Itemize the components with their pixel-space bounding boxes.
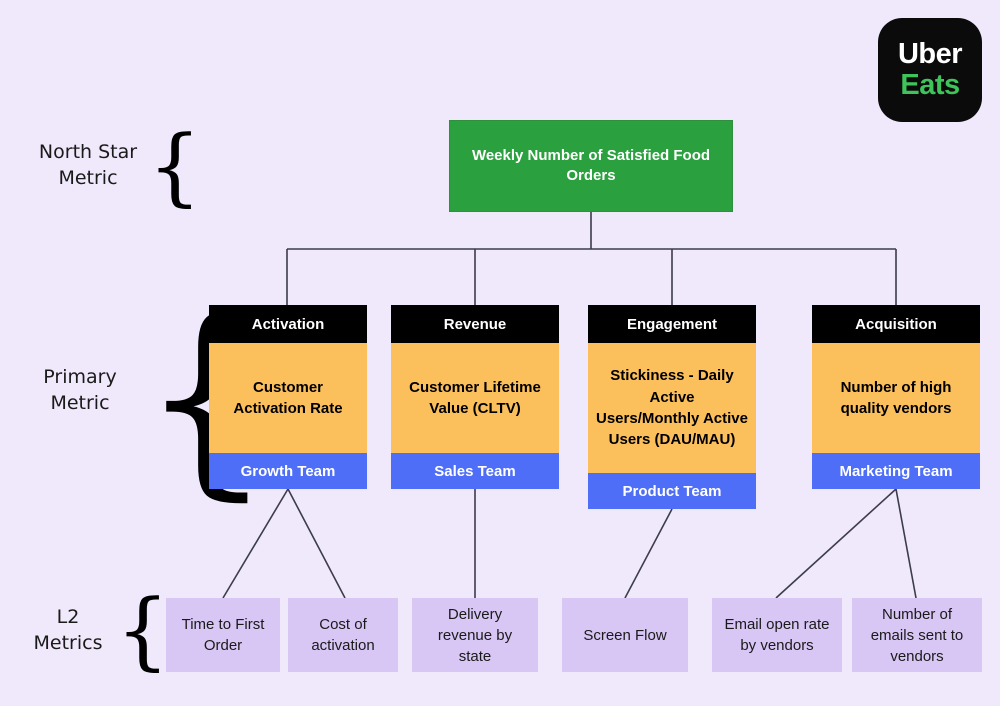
link-marketing-to-number-of-emails (895, 488, 917, 599)
l2-label-cost-of-activation: Cost of activation (311, 616, 375, 654)
l2-label-screen-flow: Screen Flow (583, 626, 667, 644)
column-header-acquisition[interactable]: Acquisition (812, 305, 980, 343)
brace-north-star-icon: { (148, 117, 202, 215)
row-label-l2-line2: Metrics (33, 631, 103, 654)
l2-label-number-of-emails-sent-to-vendors: Number of emails sent to vendors (870, 605, 964, 665)
column-metric-activation[interactable]: Customer Activation Rate (209, 343, 367, 453)
row-label-primary-line2: Metric (50, 391, 110, 414)
l2-label-delivery-revenue-by-state: Delivery revenue by state (437, 605, 513, 665)
link-product-to-screen-flow (624, 508, 673, 599)
column-metric-acquisition[interactable]: Number of high quality vendors (812, 343, 980, 453)
row-label-primary-line1: Primary (43, 366, 117, 388)
uber-eats-logo: Uber Eats (878, 18, 982, 122)
column-metric-acquisition-label: Number of high quality vendors (840, 378, 952, 417)
logo-eats-text: Eats (900, 69, 960, 101)
column-header-acquisition-label: Acquisition (855, 315, 937, 333)
l2-box-number-of-emails-sent-to-vendors[interactable]: Number of emails sent to vendors (852, 598, 982, 672)
node-north-star-label: Weekly Number of Satisfied Food Orders (471, 146, 711, 184)
l2-label-time-to-first-order: Time to First Order (181, 616, 265, 654)
column-metric-engagement[interactable]: Stickiness - Daily Active Users/Monthly … (588, 343, 756, 473)
column-team-engagement-label: Product Team (622, 482, 722, 500)
row-label-north-star-line2: Metric (58, 166, 118, 189)
l2-box-delivery-revenue-by-state[interactable]: Delivery revenue by state (412, 598, 538, 672)
column-team-acquisition[interactable]: Marketing Team (812, 453, 980, 489)
column-team-engagement[interactable]: Product Team (588, 473, 756, 509)
column-team-revenue[interactable]: Sales Team (391, 453, 559, 489)
row-label-l2-metrics: L2 Metrics (16, 605, 120, 656)
column-header-activation-label: Activation (251, 315, 325, 333)
l2-box-time-to-first-order[interactable]: Time to First Order (166, 598, 280, 672)
column-header-revenue-label: Revenue (443, 315, 507, 333)
logo-uber-text: Uber (897, 38, 963, 70)
column-team-activation-label: Growth Team (240, 462, 336, 480)
column-header-engagement[interactable]: Engagement (588, 305, 756, 343)
column-team-activation[interactable]: Growth Team (209, 453, 367, 489)
column-header-activation[interactable]: Activation (209, 305, 367, 343)
row-label-north-star-metric: North Star Metric (28, 140, 148, 191)
link-marketing-to-email-open-rate (775, 488, 897, 599)
column-metric-engagement-label: Stickiness - Daily Active Users/Monthly … (596, 367, 748, 449)
node-north-star-metric[interactable]: Weekly Number of Satisfied Food Orders (449, 120, 733, 212)
column-metric-revenue[interactable]: Customer Lifetime Value (CLTV) (391, 343, 559, 453)
l2-label-email-open-rate-by-vendors: Email open rate by vendors (724, 616, 830, 654)
l2-box-screen-flow[interactable]: Screen Flow (562, 598, 688, 672)
column-header-revenue[interactable]: Revenue (391, 305, 559, 343)
row-label-l2-line1: L2 (56, 606, 80, 628)
row-label-primary-metric: Primary Metric (20, 365, 140, 416)
column-team-acquisition-label: Marketing Team (839, 462, 953, 480)
row-label-north-star-line1: North Star (38, 141, 138, 163)
diagram-canvas: Uber Eats North Star Metric { Primary Me… (0, 0, 1000, 706)
column-metric-revenue-label: Customer Lifetime Value (CLTV) (409, 378, 541, 417)
column-metric-activation-label: Customer Activation Rate (233, 378, 343, 417)
l2-box-cost-of-activation[interactable]: Cost of activation (288, 598, 398, 672)
brace-l2-icon: { (116, 581, 170, 679)
l2-box-email-open-rate-by-vendors[interactable]: Email open rate by vendors (712, 598, 842, 672)
link-growth-to-cost-of-activation (287, 488, 346, 599)
column-header-engagement-label: Engagement (626, 315, 717, 333)
column-team-revenue-label: Sales Team (434, 462, 516, 480)
